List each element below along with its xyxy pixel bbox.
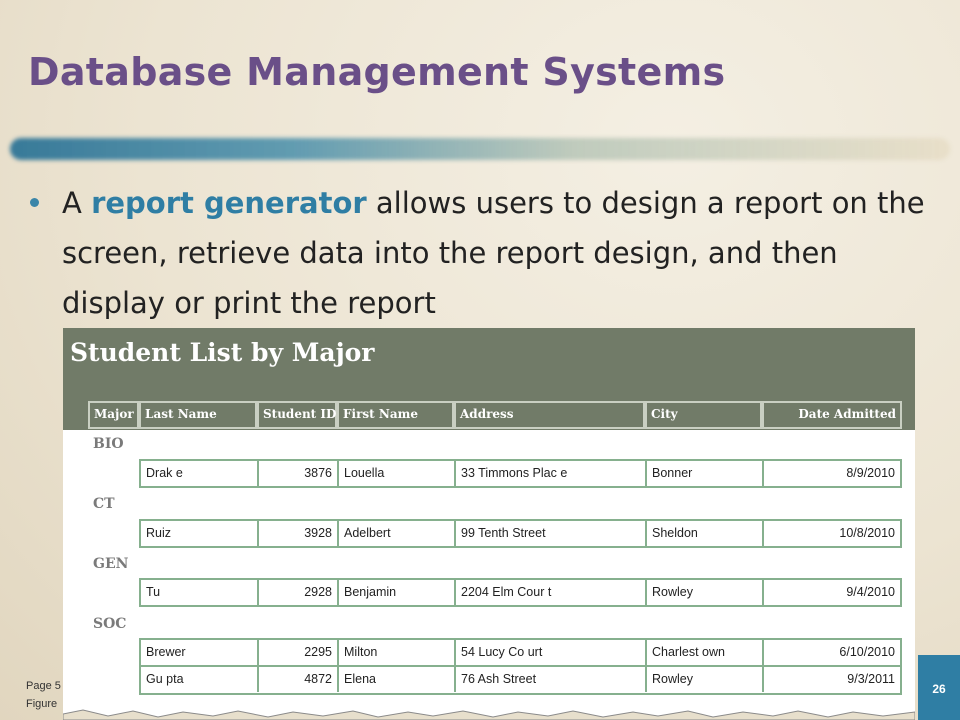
cell-last-name: Brewer: [141, 640, 259, 665]
bullet-dot: [30, 198, 39, 207]
cell-city: Rowley: [647, 667, 764, 692]
table-row: Drak e 3876 Louella 33 Timmons Plac e Bo…: [139, 459, 902, 488]
col-header-student-id: Student ID: [257, 401, 337, 429]
cell-student-id: 2928: [259, 580, 339, 605]
table-row: Ruiz 3928 Adelbert 99 Tenth Street Sheld…: [139, 519, 902, 548]
cell-first-name: Elena: [339, 667, 456, 692]
cell-last-name: Tu: [141, 580, 259, 605]
cell-address: 33 Timmons Plac e: [456, 461, 647, 486]
report-header: Student List by Major Major Last Name St…: [63, 328, 915, 430]
cell-student-id: 4872: [259, 667, 339, 692]
cell-student-id: 2295: [259, 640, 339, 665]
cell-city: Sheldon: [647, 521, 764, 546]
cell-address: 54 Lucy Co urt: [456, 640, 647, 665]
cell-first-name: Adelbert: [339, 521, 456, 546]
cell-last-name: Ruiz: [141, 521, 259, 546]
report-figure: Student List by Major Major Last Name St…: [63, 328, 915, 720]
table-row: Tu 2928 Benjamin 2204 Elm Cour t Rowley …: [139, 578, 902, 607]
group-label: CT: [93, 496, 115, 512]
group-label: GEN: [93, 556, 129, 572]
cell-last-name: Gu pta: [141, 667, 259, 692]
table-row: Brewer 2295 Milton 54 Lucy Co urt Charle…: [139, 638, 902, 667]
cell-address: 76 Ash Street: [456, 667, 647, 692]
col-header-major: Major: [88, 401, 139, 429]
page-number: 26: [932, 682, 946, 696]
cell-date-admitted: 6/10/2010: [839, 645, 895, 659]
title-divider: [10, 138, 950, 160]
cell-address: 99 Tenth Street: [456, 521, 647, 546]
cell-date-admitted: 9/3/2011: [847, 672, 895, 686]
footer-figure-ref: Figure: [26, 698, 58, 710]
col-header-address: Address: [454, 401, 645, 429]
cell-first-name: Benjamin: [339, 580, 456, 605]
group-label: BIO: [93, 436, 124, 452]
cell-city: Bonner: [647, 461, 764, 486]
slide-title: Database Management Systems: [28, 50, 726, 94]
col-header-city: City: [645, 401, 762, 429]
cell-city: Rowley: [647, 580, 764, 605]
cell-address: 2204 Elm Cour t: [456, 580, 647, 605]
cell-first-name: Milton: [339, 640, 456, 665]
cell-student-id: 3928: [259, 521, 339, 546]
table-row: Gu pta 4872 Elena 76 Ash Street Rowley 9…: [139, 667, 902, 695]
col-header-last-name: Last Name: [139, 401, 257, 429]
cell-first-name: Louella: [339, 461, 456, 486]
torn-edge: [63, 709, 915, 720]
cell-date-admitted: 8/9/2010: [846, 466, 895, 480]
highlight-term: report generator: [91, 186, 367, 220]
group-label: SOC: [93, 616, 127, 632]
cell-last-name: Drak e: [141, 461, 259, 486]
cell-date-admitted: 10/8/2010: [839, 526, 895, 540]
report-title: Student List by Major: [70, 338, 375, 367]
bullet-text-start: A: [62, 186, 92, 220]
page-number-badge: 26: [918, 655, 960, 720]
col-header-first-name: First Name: [337, 401, 454, 429]
bullet-text: A report generator allows users to desig…: [62, 178, 942, 328]
cell-city: Charlest own: [647, 640, 764, 665]
cell-student-id: 3876: [259, 461, 339, 486]
col-header-date-admitted: Date Admitted: [762, 401, 902, 429]
cell-date-admitted: 9/4/2010: [846, 585, 895, 599]
footer-page-ref: Page 5: [26, 680, 61, 692]
